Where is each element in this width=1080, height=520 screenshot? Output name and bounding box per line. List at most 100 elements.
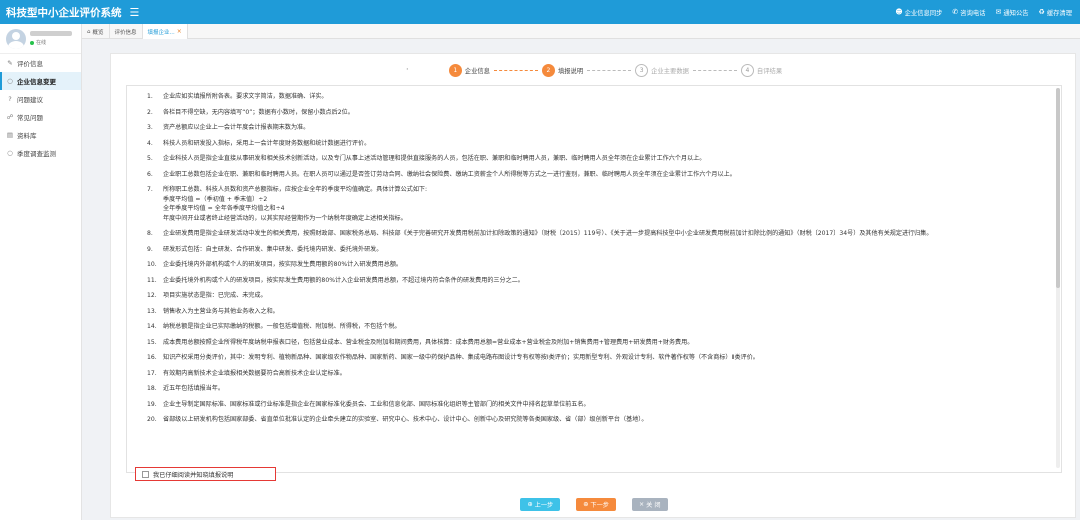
tab-evaluation-info[interactable]: 评价信息	[110, 24, 143, 39]
instruction-item: 1. 企业应如实填报所附各表。要求文字简洁，数据准确、详实。	[147, 92, 1045, 102]
avatar[interactable]	[6, 28, 26, 49]
acknowledge-checkbox[interactable]	[142, 470, 149, 478]
close-icon: ×	[638, 501, 645, 508]
instruction-number: 10.	[147, 261, 157, 268]
notice-button[interactable]: ✉ 通知公告	[995, 8, 1028, 17]
acknowledge-checkbox-row[interactable]: 我已仔细阅读并知晓填报说明	[135, 467, 276, 481]
circle-icon: ○	[7, 77, 13, 85]
clear-cache-button[interactable]: ♻ 缓存清理	[1039, 8, 1072, 17]
sidebar-item-evaluation-info[interactable]: ✎ 评价信息	[0, 54, 81, 72]
instruction-item: 5. 企业科技人员是指企业直接从事研发和相关技术创新活动，以及专门从事上述活动管理…	[147, 154, 1045, 164]
instruction-number: 20.	[147, 416, 157, 423]
close-label: 关 闭	[646, 502, 661, 509]
sidebar-item-company-info-change[interactable]: ○ 企业信息变更	[0, 72, 81, 90]
sidebar-item-library[interactable]: ▤ 资料库	[0, 126, 81, 144]
instruction-number: 2.	[147, 108, 153, 116]
instruction-number: 19.	[147, 400, 157, 408]
sidebar-item-label: 问题建议	[17, 96, 43, 104]
hotline-button[interactable]: ✆ 咨询电话	[952, 8, 985, 17]
step-connector	[493, 69, 538, 71]
question-icon: ?	[8, 95, 12, 103]
instruction-item: 2. 各栏目不得空缺，无内容填写“0”；数据有小数时，保留小数点后2位。	[147, 108, 1045, 118]
instruction-number: 1.	[147, 93, 153, 100]
instruction-text: 企业主导制定国际标准、国家标准或行业标准是指企业在国家标准化委员会、工业和信息化…	[163, 400, 590, 408]
instruction-text: 知识产权采用分类评价，其中：发明专利、植物新品种、国家级农作物品种、国家新药、国…	[163, 354, 759, 361]
instruction-text: 各栏目不得空缺，无内容填写“0”；数据有小数时，保留小数点后2位。	[163, 108, 354, 116]
clear-cache-label: 缓存清理	[1046, 9, 1072, 17]
instruction-item: 17. 有效期内高新技术企业填报相关数据要符合高新技术企业认定标准。	[147, 369, 1045, 379]
step-filling-instructions: 2 填报说明	[541, 63, 584, 77]
comment-icon: ☍	[6, 113, 14, 121]
scrollbar-thumb[interactable]	[1056, 88, 1060, 288]
instruction-item: 10. 企业委托境内外部机构或个人的研发项目，按实际发生费用额的80%计入研发费用…	[147, 260, 1045, 270]
instruction-text: 研发形式包括：自主研发、合作研发、集中研发、委托境内研发、委托境外研发。	[163, 245, 383, 253]
action-buttons: ⊕ 上一步 ⊕ 下一步 × 关 闭	[111, 498, 1077, 511]
sync-company-info-button[interactable]: ☻ 企业信息同步	[895, 8, 942, 17]
instructions-list: 1. 企业应如实填报所附各表。要求文字简洁，数据准确、详实。 2. 各栏目不得空缺，无…	[127, 86, 1061, 425]
instruction-number: 5.	[147, 155, 153, 162]
instruction-number: 14.	[147, 323, 157, 330]
prev-step-label: 上一步	[534, 502, 554, 509]
instruction-text: 企业委托境外机构或个人的研发项目，按实际发生费用额的80%计入企业研发费用总额，…	[163, 276, 524, 284]
instruction-item: 14. 纳税总额是指企业已实际缴纳的税额。一般包括增值税、附加税、所得税，不包括个…	[147, 322, 1045, 332]
folder-icon: ▤	[6, 131, 14, 139]
step-connector	[587, 69, 632, 71]
notice-label: 通知公告	[1003, 9, 1029, 17]
user-status-label: 在线	[36, 40, 47, 46]
instruction-number: 9.	[147, 245, 153, 253]
main-content: · 1 企业信息 2 填报说明 3 企业主要数据 4 自评结果 1. 企业应如实填…	[110, 53, 1076, 518]
instructions-scrollbar[interactable]	[1056, 88, 1060, 468]
instruction-number: 11.	[147, 276, 157, 284]
tab-label: 评价信息	[114, 29, 137, 36]
instruction-number: 13.	[147, 307, 157, 315]
instruction-item: 20. 省部级以上研发机构包括国家部委、省直单位批准认定的企业牵头建立的实验室、研…	[147, 415, 1045, 425]
prev-step-button[interactable]: ⊕ 上一步	[520, 498, 561, 511]
step-company-info: 1 企业信息	[448, 63, 490, 77]
instruction-text: 纳税总额是指企业已实际缴纳的税额。一般包括增值税、附加税、所得税，不包括个税。	[163, 323, 401, 330]
step-label: 自评结果	[756, 67, 783, 75]
user-status: 在线	[30, 39, 72, 46]
acknowledge-label: 我已仔细阅读并知晓填报说明	[153, 471, 234, 479]
instruction-item: 19. 企业主导制定国际标准、国家标准或行业标准是指企业在国家标准化委员会、工业和…	[147, 400, 1045, 410]
instruction-item: 15. 成本费用总额按照企业所得税年度纳税申报表口径，包括营业成本、营业税金及附加…	[147, 338, 1045, 348]
instruction-number: 3.	[147, 124, 153, 131]
tab-company-filling[interactable]: 填报企业... ×	[142, 24, 188, 39]
tab-overview[interactable]: ⌂ 概览	[82, 24, 110, 39]
instruction-text: 有效期内高新技术企业填报相关数据要符合高新技术企业认定标准。	[163, 369, 346, 377]
step-number: 1	[448, 63, 462, 77]
instruction-number: 18.	[147, 385, 157, 392]
next-step-button[interactable]: ⊕ 下一步	[576, 498, 616, 511]
instruction-item: 6. 企业职工总数包括企业在职、兼职和临时聘用人员。在职人员可以通过是否签订劳动合…	[147, 170, 1045, 180]
phone-icon: ✆	[952, 8, 959, 16]
instruction-number: 12.	[147, 292, 157, 299]
sync-company-info-label: 企业信息同步	[904, 9, 943, 17]
instruction-number: 6.	[147, 170, 153, 178]
stepper: · 1 企业信息 2 填报说明 3 企业主要数据 4 自评结果	[111, 61, 1077, 79]
home-icon: ⌂	[87, 28, 91, 35]
instruction-number: 15.	[147, 338, 157, 346]
instruction-text: 企业职工总数包括企业在职、兼职和临时聘用人员。在职人员可以通过是否签订劳动合同、…	[163, 170, 736, 178]
instruction-item: 8. 企业研发费用是指企业研发活动中发生的相关费用，按照财政部、国家税务总局、科技…	[147, 229, 1045, 239]
sidebar-item-label: 季度调查监测	[17, 150, 56, 158]
step-label: 填报说明	[557, 67, 584, 75]
instruction-number: 16.	[147, 354, 157, 361]
sidebar-item-quarterly-survey[interactable]: ○ 季度调查监测	[0, 144, 81, 162]
sidebar-item-feedback[interactable]: ? 问题建议	[0, 90, 81, 108]
step-number: 3	[635, 63, 649, 77]
instruction-text: 资产总额应以企业上一会计年度会计报表期末数为准。	[163, 124, 310, 131]
instruction-item: 11. 企业委托境外机构或个人的研发项目，按实际发生费用额的80%计入企业研发费用…	[147, 276, 1045, 286]
hotline-label: 咨询电话	[960, 9, 986, 17]
sidebar-item-faq[interactable]: ☍ 常见问题	[0, 108, 81, 126]
step-self-evaluation: 4 自评结果	[740, 63, 783, 77]
step-number: 2	[541, 63, 555, 77]
tab-label: 概览	[92, 29, 104, 36]
instruction-number: 17.	[147, 369, 157, 377]
close-button[interactable]: × 关 闭	[631, 498, 668, 511]
tab-bar: ⌂ 概览 评价信息 填报企业... ×	[82, 24, 1080, 39]
sidebar-item-label: 评价信息	[17, 60, 43, 68]
close-icon[interactable]: ×	[177, 28, 182, 35]
instruction-text: 企业科技人员是指企业直接从事研发和相关技术创新活动，以及专门从事上述活动管理和提…	[163, 155, 706, 162]
hamburger-icon[interactable]: ☰	[130, 7, 140, 18]
user-box: 在线	[0, 24, 81, 54]
next-step-label: 下一步	[590, 502, 609, 509]
